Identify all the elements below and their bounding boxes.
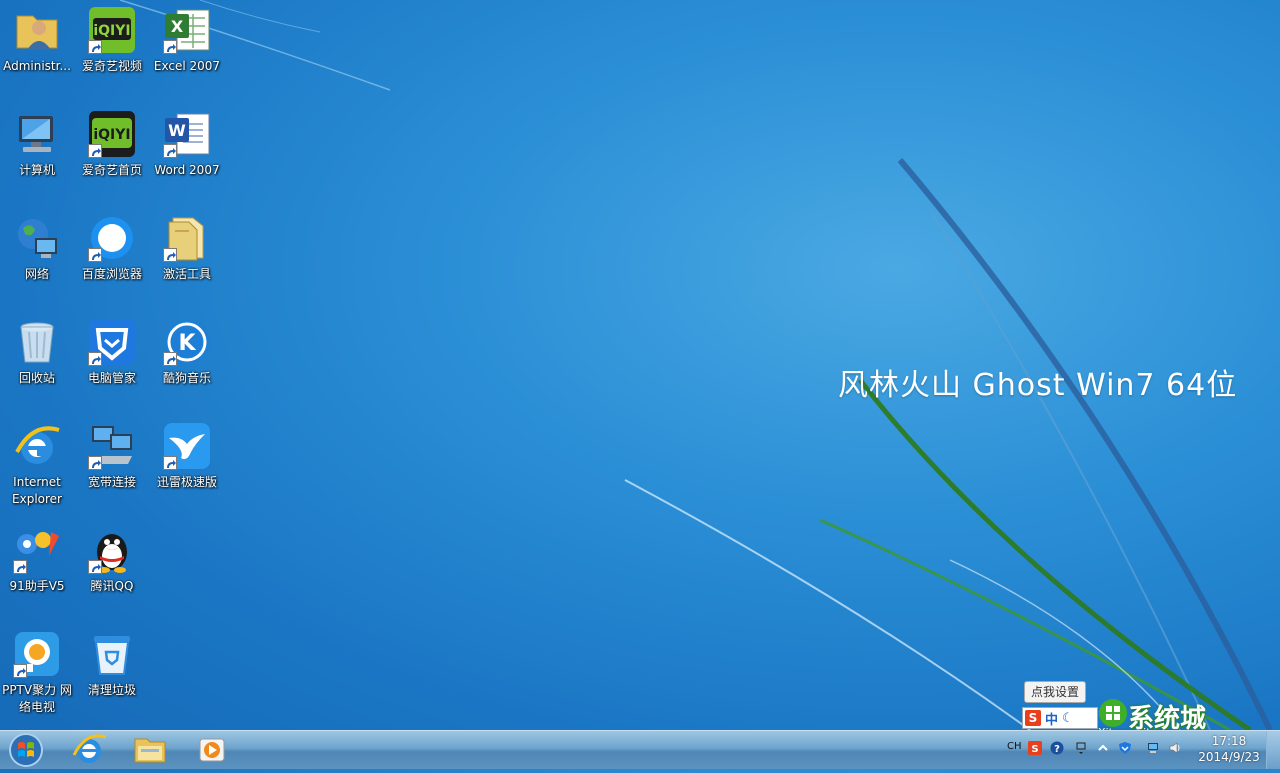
shortcut-arrow-icon	[88, 40, 102, 54]
shortcut-arrow-icon	[163, 144, 177, 158]
desktop-icon-baidu-browser[interactable]: 百度浏览器	[75, 208, 149, 283]
shortcut-arrow-icon	[13, 664, 27, 678]
start-button[interactable]	[6, 731, 46, 769]
show-desktop-button[interactable]	[1266, 731, 1280, 769]
desktop-icon-administrator[interactable]: Administr...	[0, 0, 74, 75]
half-width-moon-icon[interactable]: ☾	[1062, 711, 1074, 726]
word-icon: W	[163, 110, 211, 158]
iqiyi-icon: iQIYI	[88, 6, 136, 54]
shortcut-arrow-icon	[88, 560, 102, 574]
show-hidden-icons-icon[interactable]	[1096, 740, 1110, 754]
windows-flag-logo-icon	[1099, 699, 1127, 727]
network-tray-icon[interactable]	[1146, 740, 1160, 754]
excel-icon: X	[163, 6, 211, 54]
thunder-icon	[163, 422, 211, 470]
desktop-icon-pc-manager[interactable]: 电脑管家	[75, 312, 149, 387]
svg-text:K: K	[178, 331, 196, 356]
internet-explorer-icon	[13, 422, 61, 470]
desktop-icon-iqiyi-video[interactable]: iQIYI 爱奇艺视频	[75, 0, 149, 75]
svg-text:iQIYI: iQIYI	[93, 23, 130, 39]
sogou-icon[interactable]: S	[1025, 710, 1041, 726]
computer-icon	[13, 110, 61, 158]
shortcut-arrow-icon	[13, 560, 27, 574]
taskbar: CH S ? 17:18 2014/9/23	[0, 730, 1280, 769]
baidu-browser-icon	[88, 214, 136, 262]
ime-toolbar[interactable]: S 中 ☾	[1022, 707, 1098, 729]
shortcut-arrow-icon	[163, 248, 177, 262]
pc-manager-icon	[88, 318, 136, 366]
clock-date: 2014/9/23	[1198, 750, 1260, 764]
file-explorer-icon	[134, 738, 166, 763]
desktop-icon-broadband[interactable]: 宽带连接	[75, 416, 149, 491]
desktop-icon-recycle-bin[interactable]: 回收站	[0, 312, 74, 387]
svg-text:X: X	[171, 17, 184, 36]
taskbar-file-explorer[interactable]	[126, 733, 174, 767]
sogou-tray-icon[interactable]: S	[1028, 740, 1042, 755]
desktop-icon-pptv[interactable]: PPTV聚力 网络电视	[0, 624, 74, 716]
language-indicator[interactable]: CH	[1007, 741, 1022, 752]
svg-text:iQIYI: iQIYI	[93, 127, 130, 143]
pptv-icon	[13, 630, 61, 678]
shortcut-arrow-icon	[88, 352, 102, 366]
svg-text:S: S	[1031, 744, 1038, 755]
taskbar-internet-explorer[interactable]	[64, 733, 112, 767]
cleanup-icon	[88, 630, 136, 678]
network-icon	[13, 214, 61, 262]
windows-start-icon	[9, 733, 43, 767]
shield-icon[interactable]	[1118, 740, 1132, 754]
ime-settings-tooltip[interactable]: 点我设置	[1024, 681, 1086, 703]
desktop-icon-internet-explorer[interactable]: Internet Explorer	[0, 416, 74, 508]
shortcut-arrow-icon	[88, 456, 102, 470]
desktop-icon-qq[interactable]: 腾讯QQ	[75, 520, 149, 595]
shortcut-arrow-icon	[88, 248, 102, 262]
ime-mode-chinese[interactable]: 中	[1045, 709, 1058, 728]
desktop-icon-word[interactable]: W Word 2007	[150, 104, 224, 179]
clock-time: 17:18	[1211, 734, 1247, 748]
recycle-bin-icon	[13, 318, 61, 366]
media-player-icon	[199, 738, 225, 762]
user-folder-icon	[13, 6, 61, 54]
qq-penguin-icon	[88, 526, 136, 574]
desktop-icon-thunder[interactable]: 迅雷极速版	[150, 416, 224, 491]
desktop-icon-iqiyi-home[interactable]: iQIYI 爱奇艺首页	[75, 104, 149, 179]
shortcut-arrow-icon	[163, 456, 177, 470]
taskbar-media-player[interactable]	[188, 733, 236, 767]
internet-explorer-icon	[72, 734, 107, 763]
desktop-icon-91-assistant[interactable]: 91助手V5	[0, 520, 74, 595]
volume-icon[interactable]	[1168, 740, 1182, 754]
desktop-icon-excel[interactable]: X Excel 2007	[150, 0, 224, 75]
wallpaper-watermark: 风林火山 Ghost Win7 64位	[838, 368, 1238, 403]
desktop-icon-computer[interactable]: 计算机	[0, 104, 74, 179]
iqiyi-icon: iQIYI	[88, 110, 136, 158]
help-icon[interactable]: ?	[1050, 740, 1064, 755]
folder-icon	[163, 214, 211, 262]
ime-options-icon[interactable]	[1074, 740, 1088, 754]
desktop-icon-cleanup[interactable]: 清理垃圾	[75, 624, 149, 699]
broadband-icon	[88, 422, 136, 470]
91-assistant-icon	[13, 526, 61, 574]
kugou-icon: K	[163, 318, 211, 366]
svg-text:?: ?	[1054, 744, 1060, 755]
desktop-icon-activation-tools[interactable]: 激活工具	[150, 208, 224, 283]
shortcut-arrow-icon	[88, 144, 102, 158]
shortcut-arrow-icon	[163, 40, 177, 54]
system-clock[interactable]: 17:18 2014/9/23	[1194, 733, 1264, 765]
desktop-icon-kugou[interactable]: K 酷狗音乐	[150, 312, 224, 387]
shortcut-arrow-icon	[163, 352, 177, 366]
desktop-icon-network[interactable]: 网络	[0, 208, 74, 283]
svg-text:W: W	[168, 121, 186, 140]
